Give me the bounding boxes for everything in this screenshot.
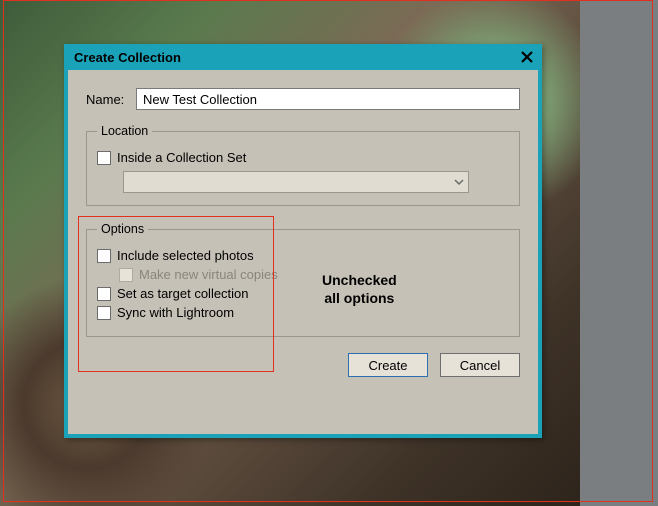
collection-set-dropdown[interactable] xyxy=(123,171,469,193)
create-button[interactable]: Create xyxy=(348,353,428,377)
chevron-down-icon xyxy=(454,177,464,187)
virtual-copies-label: Make new virtual copies xyxy=(139,267,278,282)
location-legend: Location xyxy=(97,124,152,138)
close-icon xyxy=(521,51,533,63)
sync-label: Sync with Lightroom xyxy=(117,305,234,320)
include-selected-checkbox[interactable] xyxy=(97,249,111,263)
location-fieldset: Location Inside a Collection Set xyxy=(86,124,520,206)
create-collection-dialog: Create Collection Name: Location Inside … xyxy=(64,44,542,438)
include-selected-row: Include selected photos xyxy=(97,248,509,263)
sync-row: Sync with Lightroom xyxy=(97,305,509,320)
dialog-titlebar: Create Collection xyxy=(64,44,542,70)
options-legend: Options xyxy=(97,222,148,236)
name-row: Name: xyxy=(86,88,520,110)
options-wrap: Options Include selected photos Make new… xyxy=(86,222,520,337)
cancel-button-label: Cancel xyxy=(460,358,500,373)
virtual-copies-row: Make new virtual copies xyxy=(97,267,509,282)
target-collection-label: Set as target collection xyxy=(117,286,249,301)
dialog-body: Name: Location Inside a Collection Set O… xyxy=(68,70,538,389)
collection-name-input[interactable] xyxy=(136,88,520,110)
sync-checkbox[interactable] xyxy=(97,306,111,320)
name-label: Name: xyxy=(86,92,130,107)
close-button[interactable] xyxy=(512,44,542,70)
inside-set-label: Inside a Collection Set xyxy=(117,150,246,165)
inside-set-row: Inside a Collection Set xyxy=(97,150,509,165)
target-collection-row: Set as target collection xyxy=(97,286,509,301)
button-row: Create Cancel xyxy=(86,353,520,377)
cancel-button[interactable]: Cancel xyxy=(440,353,520,377)
target-collection-checkbox[interactable] xyxy=(97,287,111,301)
create-button-label: Create xyxy=(368,358,407,373)
options-fieldset: Options Include selected photos Make new… xyxy=(86,222,520,337)
virtual-copies-checkbox xyxy=(119,268,133,282)
dialog-title: Create Collection xyxy=(74,50,181,65)
include-selected-label: Include selected photos xyxy=(117,248,254,263)
inside-set-checkbox[interactable] xyxy=(97,151,111,165)
